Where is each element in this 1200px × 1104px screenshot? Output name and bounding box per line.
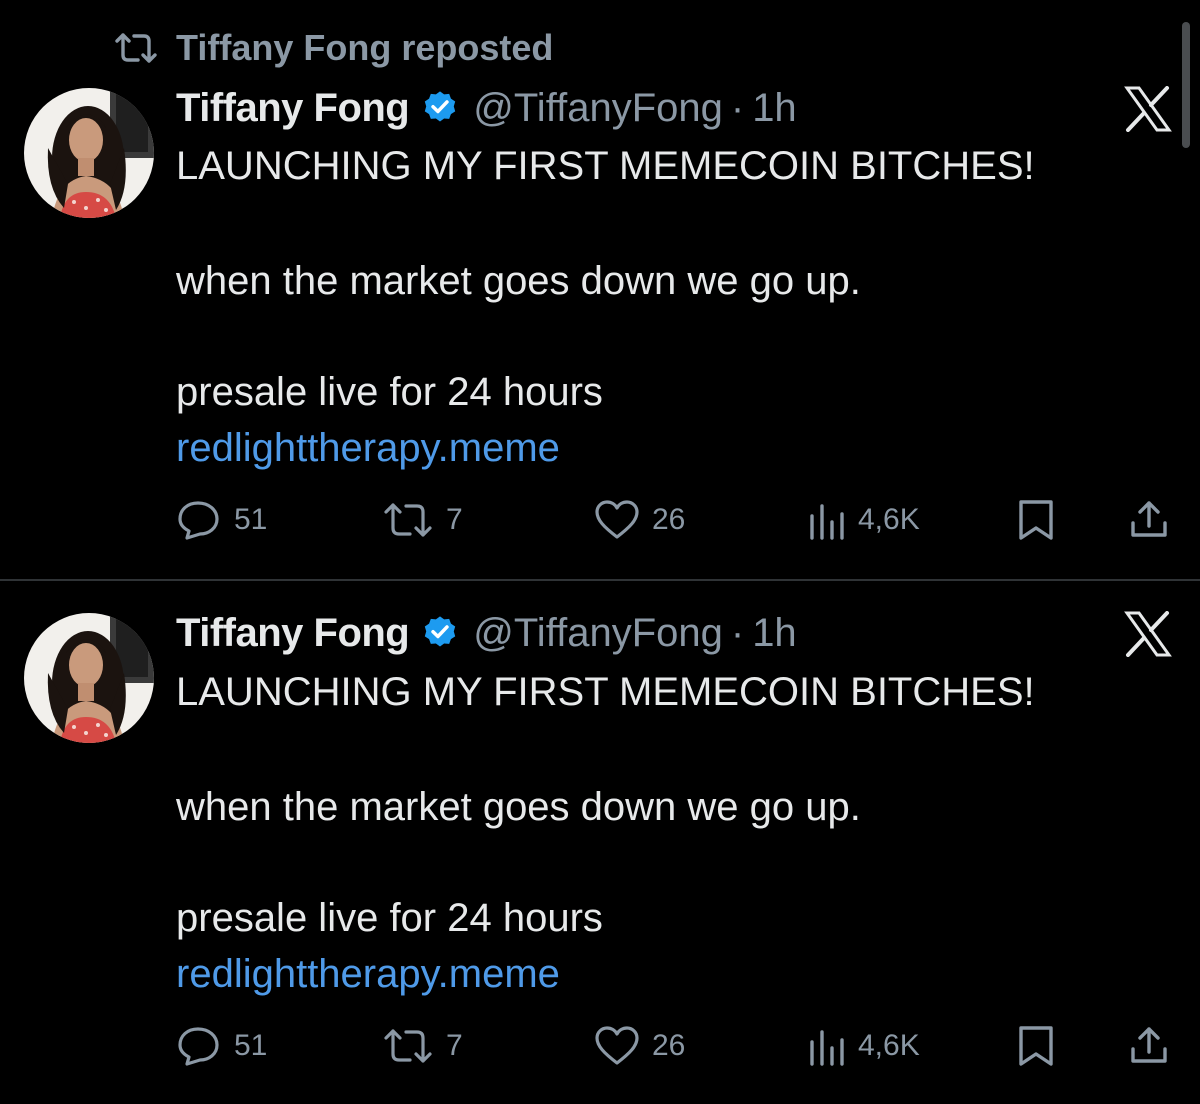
- bookmark-button[interactable]: [1016, 496, 1068, 544]
- tweet-link[interactable]: redlighttherapy.meme: [176, 946, 560, 1002]
- view-count: 4,6K: [858, 503, 920, 536]
- retweet-count: 7: [446, 1029, 463, 1062]
- repost-icon: [115, 33, 157, 63]
- view-count: 4,6K: [858, 1029, 920, 1062]
- views-button[interactable]: 4,6K: [806, 1022, 920, 1070]
- x-logo-icon: [1124, 611, 1172, 657]
- reply-icon: [178, 501, 219, 540]
- share-button[interactable]: [1128, 496, 1182, 544]
- reply-icon: [178, 1027, 219, 1066]
- display-name[interactable]: Tiffany Fong: [176, 86, 410, 131]
- avatar[interactable]: [24, 88, 154, 218]
- reply-button[interactable]: 51: [176, 496, 267, 544]
- repost-label: Tiffany Fong reposted: [176, 27, 554, 68]
- views-button[interactable]: 4,6K: [806, 496, 920, 544]
- retweet-button[interactable]: 7: [382, 496, 463, 544]
- repost-indicator[interactable]: Tiffany Fong reposted: [114, 26, 553, 70]
- avatar[interactable]: [24, 613, 154, 743]
- display-name[interactable]: Tiffany Fong: [176, 611, 410, 656]
- tweet-line: LAUNCHING MY FIRST MEMECOIN BITCHES!: [176, 670, 1035, 714]
- views-icon: [810, 504, 844, 540]
- verified-badge-icon: [425, 91, 456, 122]
- retweet-icon: [384, 503, 432, 537]
- reply-button[interactable]: 51: [176, 1022, 267, 1070]
- bookmark-button[interactable]: [1016, 1022, 1068, 1070]
- tweet-line: when the market goes down we go up.: [176, 785, 861, 829]
- views-icon: [810, 1030, 844, 1066]
- reply-count: 51: [234, 1029, 268, 1062]
- user-handle[interactable]: @TiffanyFong: [473, 86, 723, 131]
- action-bar: 51 7 26 4,6K: [0, 1022, 1200, 1070]
- bookmark-icon: [1019, 500, 1053, 540]
- tweet-link[interactable]: redlighttherapy.meme: [176, 420, 560, 476]
- retweet-button[interactable]: 7: [382, 1022, 463, 1070]
- tweet-line: LAUNCHING MY FIRST MEMECOIN BITCHES!: [176, 144, 1035, 188]
- timestamp[interactable]: 1h: [752, 611, 797, 656]
- heart-icon: [595, 500, 639, 539]
- tweet-card[interactable]: Tiffany Fong reposted Tiffany Fong @Tiff…: [0, 0, 1200, 580]
- tweet-line: presale live for 24 hours: [176, 370, 603, 414]
- timestamp[interactable]: 1h: [752, 86, 797, 131]
- bookmark-icon: [1019, 1026, 1053, 1066]
- like-count: 26: [652, 503, 686, 536]
- tweet-header: Tiffany Fong @TiffanyFong · 1h: [176, 608, 797, 658]
- like-button[interactable]: 26: [594, 496, 685, 544]
- action-bar: 51 7 26 4,6K: [0, 496, 1200, 544]
- share-icon: [1131, 1027, 1167, 1063]
- share-button[interactable]: [1128, 1022, 1182, 1070]
- separator-dot: ·: [730, 610, 745, 655]
- user-handle[interactable]: @TiffanyFong: [473, 611, 723, 656]
- tweet-line: presale live for 24 hours: [176, 896, 603, 940]
- like-button[interactable]: 26: [594, 1022, 685, 1070]
- retweet-count: 7: [446, 503, 463, 536]
- tweet-header: Tiffany Fong @TiffanyFong · 1h: [176, 83, 797, 133]
- share-icon: [1131, 501, 1167, 537]
- tweet-line: when the market goes down we go up.: [176, 259, 861, 303]
- like-count: 26: [652, 1029, 686, 1062]
- heart-icon: [595, 1026, 639, 1065]
- retweet-icon: [384, 1029, 432, 1063]
- separator-dot: ·: [730, 85, 745, 130]
- x-logo-icon: [1124, 86, 1172, 132]
- tweet-card[interactable]: Tiffany Fong @TiffanyFong · 1h LAUNCHING…: [0, 581, 1200, 1104]
- verified-badge-icon: [425, 616, 456, 647]
- reply-count: 51: [234, 503, 268, 536]
